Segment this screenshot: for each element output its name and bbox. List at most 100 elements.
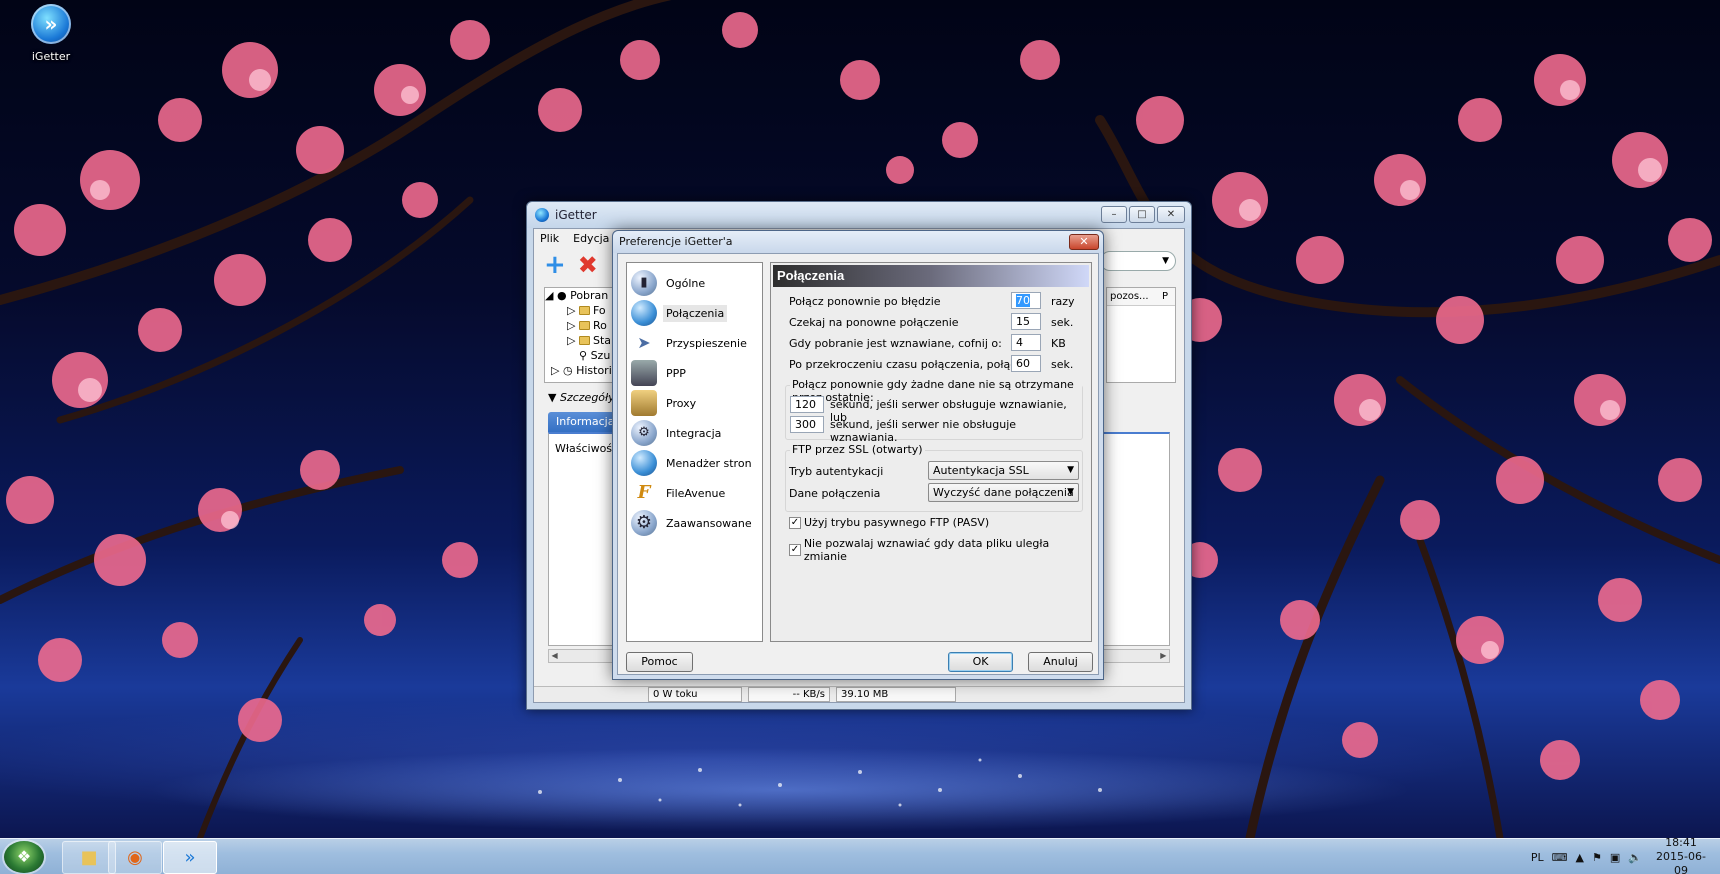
ok-button[interactable]: OK	[948, 652, 1013, 672]
site-manager-icon	[631, 450, 657, 476]
prefs-body: ▮ Ogólne Połączenia ➤ Przyspieszenie PPP…	[617, 253, 1099, 675]
download-list: pozos... P	[1106, 287, 1176, 383]
cancel-button[interactable]: Anuluj	[1028, 652, 1093, 672]
taskbar-igetter[interactable]: »	[163, 841, 217, 874]
category-acceleration[interactable]: ➤ Przyspieszenie	[631, 329, 759, 357]
connection-data-label: Dane połączenia	[789, 487, 881, 500]
no-resume-on-date-change-checkbox[interactable]: ✓ Nie pozwalaj wznawiać gdy data pliku u…	[789, 537, 1091, 563]
prefs-titlebar[interactable]: Preferencje iGetter'a	[613, 231, 1103, 253]
reconnect-group: Połącz ponownie gdy żadne dane nie są ot…	[785, 378, 1083, 444]
pane-title: Połączenia	[773, 265, 1089, 287]
add-download-button[interactable]: +	[544, 252, 566, 278]
desktop-icon-igetter[interactable]: » iGetter	[24, 4, 78, 63]
unit-label: sek.	[1051, 316, 1074, 329]
magnifier-icon: ⚲	[579, 349, 588, 362]
setting-label: Po przekroczeniu czasu połączenia, połąc…	[789, 358, 1023, 371]
menu-edit[interactable]: Edycja	[573, 232, 609, 246]
pasv-checkbox[interactable]: ✓ Użyj trybu pasywnego FTP (PASV)	[789, 516, 989, 529]
search-input[interactable]: ▼	[1100, 251, 1176, 271]
status-active: 0 W toku	[648, 687, 742, 702]
clock-date: 2015-06-09	[1656, 850, 1706, 874]
dropdown-arrow-icon: ▼	[1067, 465, 1074, 475]
resume-unsupported-seconds-input[interactable]: 300	[790, 416, 824, 433]
connection-data-select[interactable]: Wyczyść dane połączenia ▼	[928, 483, 1079, 502]
folder-icon	[578, 336, 590, 345]
language-indicator[interactable]: PL	[1531, 851, 1544, 864]
close-button[interactable]: ✕	[1157, 206, 1185, 223]
auth-mode-select[interactable]: Autentykacja SSL ▼	[928, 461, 1079, 480]
action-center-icon[interactable]: ⚑	[1592, 851, 1602, 864]
column-header[interactable]: P	[1162, 288, 1168, 305]
gear-icon: ⚙	[631, 510, 657, 536]
network-icon[interactable]: ▣	[1610, 851, 1620, 864]
tree-item[interactable]: ▷ Fo	[545, 303, 619, 318]
unit-label: sek.	[1051, 358, 1074, 371]
keyboard-icon[interactable]: ⌨	[1552, 851, 1568, 864]
menu-file[interactable]: Plik	[540, 232, 559, 246]
category-list: ▮ Ogólne Połączenia ➤ Przyspieszenie PPP…	[626, 262, 763, 642]
checkbox-checked-icon: ✓	[789, 544, 801, 556]
category-integration[interactable]: ⚙ Integracja	[631, 419, 759, 447]
start-button[interactable]: ❖	[4, 841, 44, 873]
clock[interactable]: 18:41 2015-06-09	[1650, 836, 1712, 874]
taskbar: ❖ ■ ◉ » PL ⌨ ▲ ⚑ ▣ 🔈 18:41 2015-06-09	[0, 836, 1720, 874]
category-site-manager[interactable]: Menadżer stron	[631, 449, 759, 477]
minimize-button[interactable]: –	[1101, 206, 1127, 223]
resume-supported-seconds-input[interactable]: 120	[790, 396, 824, 413]
timeout-reconnect-input[interactable]: 60	[1011, 355, 1041, 372]
main-window-title: iGetter	[555, 208, 597, 222]
category-ppp[interactable]: PPP	[631, 359, 759, 387]
show-hidden-icons-icon[interactable]: ▲	[1576, 851, 1584, 864]
tree-item[interactable]: ◢ ● Pobran	[545, 288, 619, 303]
desktop-icon-label: iGetter	[31, 50, 71, 63]
category-proxy[interactable]: Proxy	[631, 389, 759, 417]
tree-item[interactable]: ▷ Ro	[545, 318, 619, 333]
category-general[interactable]: ▮ Ogólne	[631, 269, 759, 297]
tree-item[interactable]: ⚲ Szu	[545, 348, 619, 363]
system-tray: PL ⌨ ▲ ⚑ ▣ 🔈 18:41 2015-06-09	[1531, 836, 1712, 874]
retry-count-input[interactable]: 70	[1011, 292, 1041, 309]
statusbar: 0 W toku -- KB/s 39.10 MB	[534, 686, 1184, 702]
setting-label: Czekaj na ponowne połączenie	[789, 316, 959, 329]
connections-pane: Połączenia Połącz ponownie po błędzie 70…	[770, 262, 1092, 642]
setting-label: Połącz ponownie po błędzie	[789, 295, 941, 308]
fileavenue-icon: F	[631, 480, 657, 506]
group-title: FTP przez SSL (otwarty)	[790, 443, 925, 456]
unit-label: KB	[1051, 337, 1066, 350]
progress-area	[538, 687, 642, 702]
remove-download-button[interactable]: ✖	[578, 252, 598, 278]
setting-label: Gdy pobranie jest wznawiane, cofnij o:	[789, 337, 1002, 350]
status-speed: -- KB/s	[748, 687, 830, 702]
category-advanced[interactable]: ⚙ Zaawansowane	[631, 509, 759, 537]
tree-item[interactable]: ▷ ◷ Histori	[545, 363, 619, 378]
igetter-icon: »	[31, 4, 71, 44]
caption-buttons: – □ ✕	[1101, 206, 1185, 223]
maximize-button[interactable]: □	[1129, 206, 1155, 223]
igetter-icon	[535, 208, 549, 222]
igetter-icon: »	[184, 847, 196, 868]
globe-icon	[631, 300, 657, 326]
category-connections[interactable]: Połączenia	[631, 299, 759, 327]
category-fileavenue[interactable]: F FileAvenue	[631, 479, 759, 507]
preferences-dialog: Preferencje iGetter'a ✕ ▮ Ogólne Połącze…	[612, 230, 1104, 680]
folder-tree: ◢ ● Pobran ▷ Fo ▷ Ro ▷ Sta ⚲ Szu ▷ ◷ His…	[544, 287, 620, 383]
prefs-close-button[interactable]: ✕	[1069, 234, 1099, 250]
reconnect-wait-input[interactable]: 15	[1011, 313, 1041, 330]
column-header[interactable]: pozos...	[1110, 288, 1162, 305]
clock-time: 18:41	[1665, 836, 1697, 849]
integration-icon: ⚙	[631, 420, 657, 446]
ftp-ssl-group: FTP przez SSL (otwarty) Tryb autentykacj…	[785, 443, 1083, 512]
auth-mode-label: Tryb autentykacji	[789, 465, 884, 478]
help-button[interactable]: Pomoc	[626, 652, 693, 672]
checkbox-checked-icon: ✓	[789, 516, 801, 529]
resume-rollback-input[interactable]: 4	[1011, 334, 1041, 351]
download-list-header: pozos... P	[1107, 288, 1175, 306]
taskbar-firefox[interactable]: ◉	[108, 841, 162, 874]
tree-item[interactable]: ▷ Sta	[545, 333, 619, 348]
folder-icon	[578, 321, 590, 330]
main-window-titlebar[interactable]: iGetter	[527, 202, 1191, 228]
volume-icon[interactable]: 🔈	[1628, 851, 1642, 864]
details-header[interactable]: ▼ Szczegóły:	[548, 391, 618, 404]
phone-icon	[631, 360, 657, 386]
tab-info[interactable]: Informacja o	[548, 412, 618, 441]
